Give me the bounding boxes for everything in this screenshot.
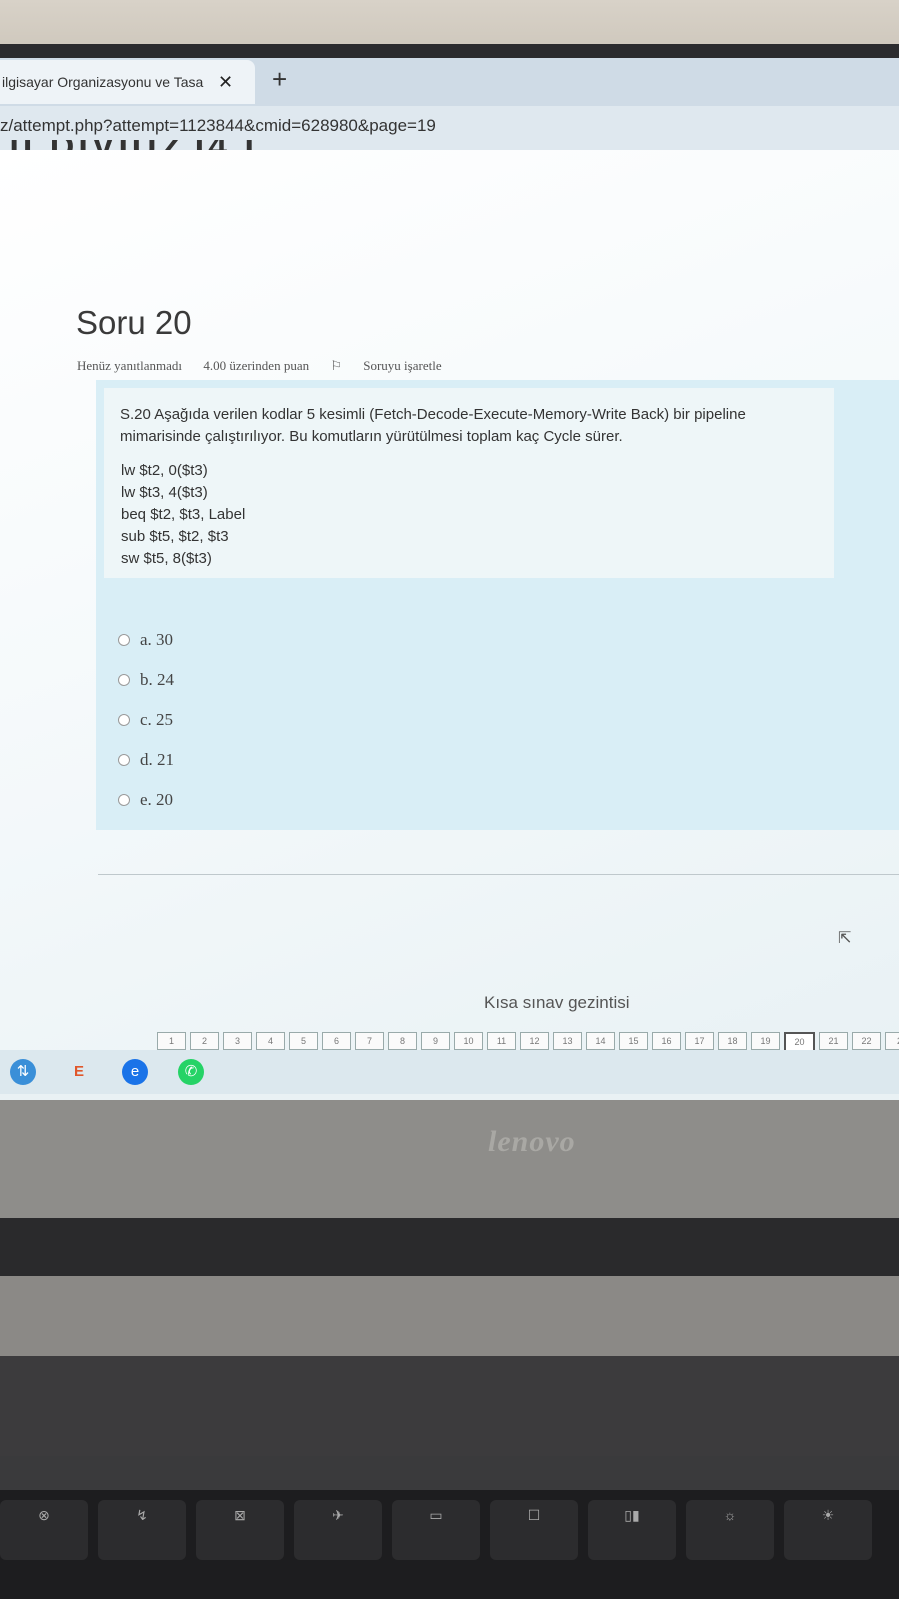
answer-option-c[interactable]: c. 25 <box>118 700 174 740</box>
quiz-nav-button[interactable]: 12 <box>520 1032 549 1050</box>
answer-option-d[interactable]: d. 21 <box>118 740 174 780</box>
quiz-nav-button[interactable]: 8 <box>388 1032 417 1050</box>
quiz-nav-button[interactable]: 18 <box>718 1032 747 1050</box>
quiz-page: Soru 20 Henüz yanıtlanmadı 4.00 üzerinde… <box>0 150 899 1090</box>
radio-button[interactable] <box>118 634 130 646</box>
laptop-screen: ilgisayar Organizasyonu ve Tasa ✕ + z/at… <box>0 58 899 1128</box>
browser-tab-bar: ilgisayar Organizasyonu ve Tasa ✕ + <box>0 58 899 106</box>
edge-browser-icon[interactable]: e <box>122 1059 148 1085</box>
question-text: S.20 Aşağıda verilen kodlar 5 kesimli (F… <box>120 406 746 445</box>
tab-title: ilgisayar Organizasyonu ve Tasa <box>2 74 204 90</box>
answer-label: e. 20 <box>140 790 174 809</box>
radio-button[interactable] <box>118 674 130 686</box>
flag-question-link[interactable]: ⚐ Soruyu işaretle <box>330 358 459 373</box>
keyboard-key-icon: ▭ <box>392 1500 480 1560</box>
browser-tab[interactable]: ilgisayar Organizasyonu ve Tasa ✕ <box>0 60 255 104</box>
code-line: lw $t3, 4($t3) <box>121 484 208 501</box>
answer-option-b[interactable]: b. 24 <box>118 660 174 700</box>
quiz-nav-button[interactable]: 17 <box>685 1032 714 1050</box>
quiz-nav-button[interactable]: 9 <box>421 1032 450 1050</box>
answer-option-a[interactable]: a. 30 <box>118 620 174 660</box>
whatsapp-icon[interactable]: ✆ <box>178 1059 204 1085</box>
answer-options: a. 30 b. 24 c. 25 d. 21 e. 20 <box>118 620 174 820</box>
quiz-nav-button[interactable]: 2 <box>190 1032 219 1050</box>
quiz-nav-button[interactable]: 21 <box>819 1032 848 1050</box>
display-off-key-icon: ☐ <box>490 1500 578 1560</box>
flag-icon: ⚐ <box>330 358 342 373</box>
quiz-nav-button[interactable]: 22 <box>852 1032 881 1050</box>
airplane-key-icon: ✈ <box>294 1500 382 1560</box>
question-info: Henüz yanıtlanmadı 4.00 üzerinden puan ⚐… <box>77 358 478 374</box>
app-e-icon[interactable]: E <box>66 1059 92 1085</box>
quiz-navigation-title: Kısa sınav gezintisi <box>484 993 630 1012</box>
code-line: lw $t2, 0($t3) <box>121 462 208 479</box>
radio-button[interactable] <box>118 714 130 726</box>
answer-label: a. 30 <box>140 630 174 649</box>
divider <box>98 874 899 875</box>
answer-label: b. 24 <box>140 670 174 689</box>
close-tab-icon[interactable]: ✕ <box>218 72 233 93</box>
esc-key-icon: ⊗ <box>0 1500 88 1560</box>
desk-background <box>0 0 899 48</box>
question-status: Henüz yanıtlanmadı <box>77 358 183 373</box>
answer-label: d. 21 <box>140 750 174 769</box>
quiz-nav-button[interactable]: 5 <box>289 1032 318 1050</box>
quiz-nav-button[interactable]: 4 <box>256 1032 285 1050</box>
quiz-nav-button[interactable]: 20 <box>784 1032 815 1052</box>
windows-taskbar: ⇅ E e ✆ <box>0 1050 899 1094</box>
laptop-keyboard-area <box>0 1356 899 1456</box>
lenovo-logo: lenovo <box>488 1125 576 1158</box>
project-key-icon: ▯▮ <box>588 1500 676 1560</box>
answer-label: c. 25 <box>140 710 174 729</box>
quiz-nav-button[interactable]: 11 <box>487 1032 516 1050</box>
laptop-lid <box>0 1100 899 1220</box>
quiz-nav-button[interactable]: 3 <box>223 1032 252 1050</box>
quiz-nav-button[interactable]: 13 <box>553 1032 582 1050</box>
fn-key-icon: ↯ <box>98 1500 186 1560</box>
answer-option-e[interactable]: e. 20 <box>118 780 174 820</box>
network-icon[interactable]: ⇅ <box>10 1059 36 1085</box>
code-line: sw $t5, 8($t3) <box>121 550 212 567</box>
brightness-up-icon: ☀ <box>784 1500 872 1560</box>
laptop-hinge <box>0 1218 899 1278</box>
brightness-down-icon: ☼ <box>686 1500 774 1560</box>
code-block: lw $t2, 0($t3) lw $t3, 4($t3) beq $t2, $… <box>121 460 245 570</box>
laptop-deck <box>0 1276 899 1356</box>
question-points: 4.00 üzerinden puan <box>203 358 310 373</box>
quiz-nav-button[interactable]: 2 <box>885 1032 899 1050</box>
radio-button[interactable] <box>118 794 130 806</box>
radio-button[interactable] <box>118 754 130 766</box>
code-line: beq $t2, $t3, Label <box>121 506 246 523</box>
mute-key-icon: ⊠ <box>196 1500 284 1560</box>
flag-label: Soruyu işaretle <box>363 358 442 373</box>
quiz-navigation-buttons: 123456789101112131415161718192021222 <box>157 1032 899 1052</box>
mouse-cursor-icon: ⇱ <box>838 930 852 947</box>
new-tab-button[interactable]: + <box>272 64 287 95</box>
quiz-nav-button[interactable]: 14 <box>586 1032 615 1050</box>
code-line: sub $t5, $t2, $t3 <box>121 528 229 545</box>
quiz-nav-button[interactable]: 19 <box>751 1032 780 1050</box>
quiz-nav-button[interactable]: 6 <box>322 1032 351 1050</box>
question-title: Soru 20 <box>76 304 192 341</box>
quiz-nav-button[interactable]: 7 <box>355 1032 384 1050</box>
quiz-nav-button[interactable]: 10 <box>454 1032 483 1050</box>
url-text[interactable]: z/attempt.php?attempt=1123844&cmid=62898… <box>0 116 436 136</box>
quiz-nav-button[interactable]: 15 <box>619 1032 648 1050</box>
quiz-nav-button[interactable]: 1 <box>157 1032 186 1050</box>
quiz-nav-button[interactable]: 16 <box>652 1032 681 1050</box>
